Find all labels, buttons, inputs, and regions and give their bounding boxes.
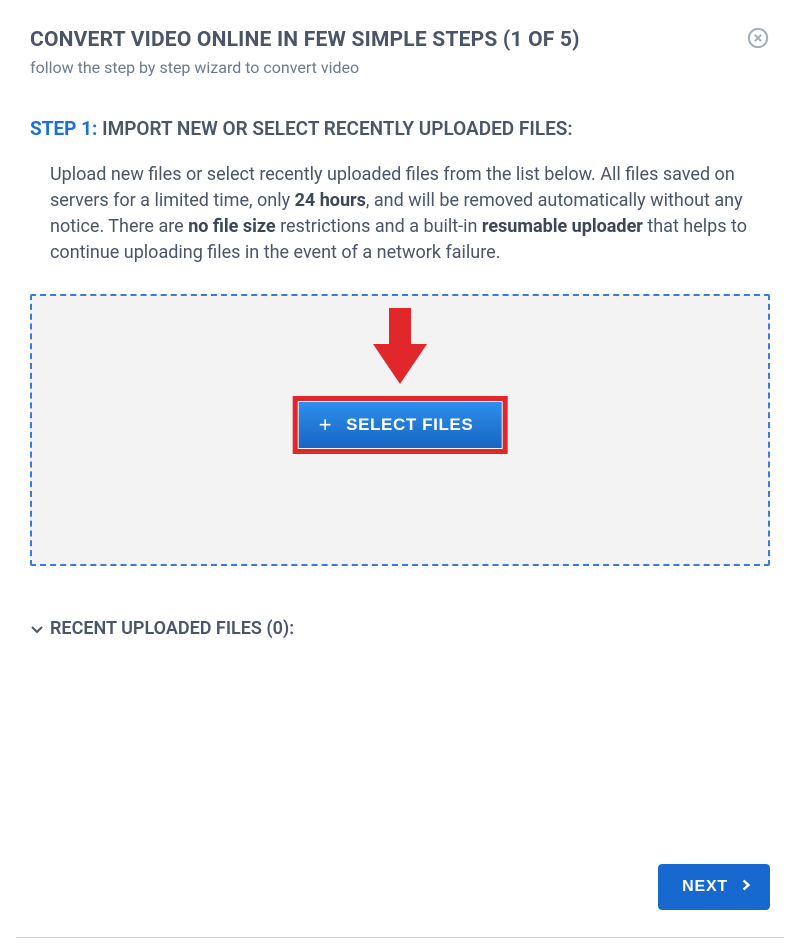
step-heading: STEP 1: IMPORT NEW OR SELECT RECENTLY UP…: [30, 117, 770, 140]
recent-files-toggle[interactable]: RECENT UPLOADED FILES (0):: [30, 618, 770, 639]
step-number: STEP 1:: [30, 117, 97, 140]
step-description: Upload new files or select recently uplo…: [30, 162, 770, 266]
plus-icon: +: [319, 414, 332, 436]
chevron-down-icon: [30, 622, 44, 636]
close-icon: [747, 27, 769, 53]
select-files-button[interactable]: + SELECT FILES: [299, 402, 502, 448]
page-title: CONVERT VIDEO ONLINE IN FEW SIMPLE STEPS…: [30, 28, 580, 52]
step-title: IMPORT NEW OR SELECT RECENTLY UPLOADED F…: [102, 117, 572, 140]
next-button[interactable]: NEXT: [658, 864, 770, 910]
arrow-down-icon: [369, 306, 431, 392]
close-button[interactable]: [746, 28, 770, 52]
recent-files-label: RECENT UPLOADED FILES (0):: [50, 618, 294, 639]
next-label: NEXT: [682, 878, 728, 896]
select-files-label: SELECT FILES: [346, 415, 473, 435]
select-files-highlight: + SELECT FILES: [293, 396, 508, 454]
divider: [16, 937, 784, 938]
chevron-right-icon: [740, 878, 752, 896]
upload-dropzone[interactable]: + SELECT FILES: [30, 294, 770, 566]
page-subtitle: follow the step by step wizard to conver…: [30, 58, 770, 77]
